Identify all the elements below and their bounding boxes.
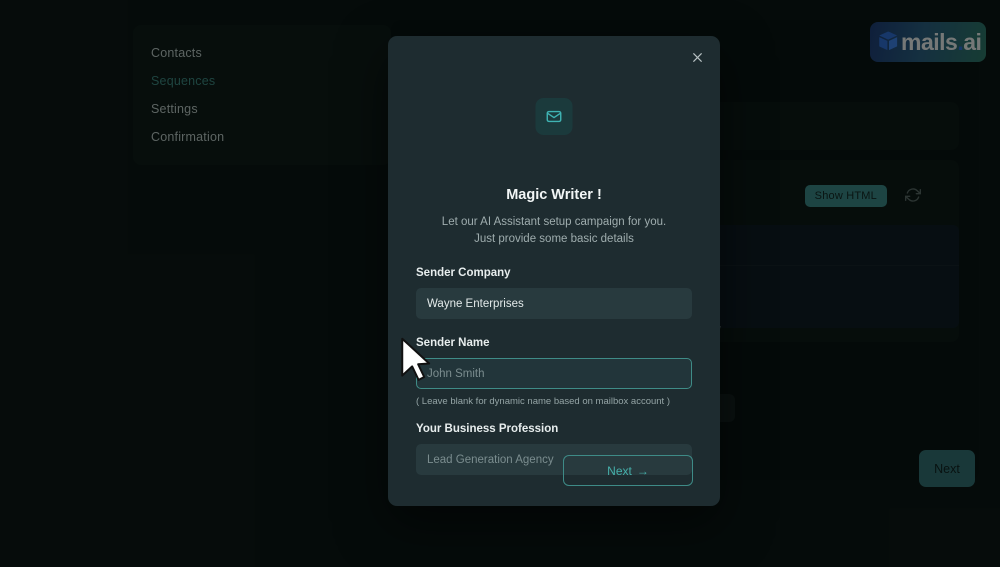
field-sender-name: Sender Name ( Leave blank for dynamic na…	[416, 337, 692, 407]
page-title: Magic Writer !	[506, 187, 602, 203]
close-icon[interactable]	[686, 46, 708, 68]
field-label: Sender Name	[416, 337, 490, 349]
modal-next-label: Next	[607, 463, 632, 478]
field-label: Sender Company	[416, 267, 511, 279]
modal-next-button[interactable]: Next →	[563, 455, 693, 486]
field-sender-company: Sender Company	[416, 267, 692, 319]
sender-company-input[interactable]	[416, 288, 692, 319]
sender-name-hint: ( Leave blank for dynamic name based on …	[416, 396, 670, 407]
modal-subtitle: Let our AI Assistant setup campaign for …	[412, 214, 696, 248]
app-root: Contacts Sequences Settings Confirmation…	[0, 0, 1000, 567]
modal-subtitle-line1: Let our AI Assistant setup campaign for …	[441, 216, 667, 228]
sender-name-input[interactable]	[416, 358, 692, 389]
field-label: Your Business Profession	[416, 423, 559, 435]
modal-subtitle-line2: Just provide some basic details	[474, 233, 634, 245]
mail-envelope-icon	[535, 98, 573, 135]
arrow-right-icon: →	[636, 463, 649, 478]
magic-writer-modal: Magic Writer ! Let our AI Assistant setu…	[388, 36, 720, 506]
